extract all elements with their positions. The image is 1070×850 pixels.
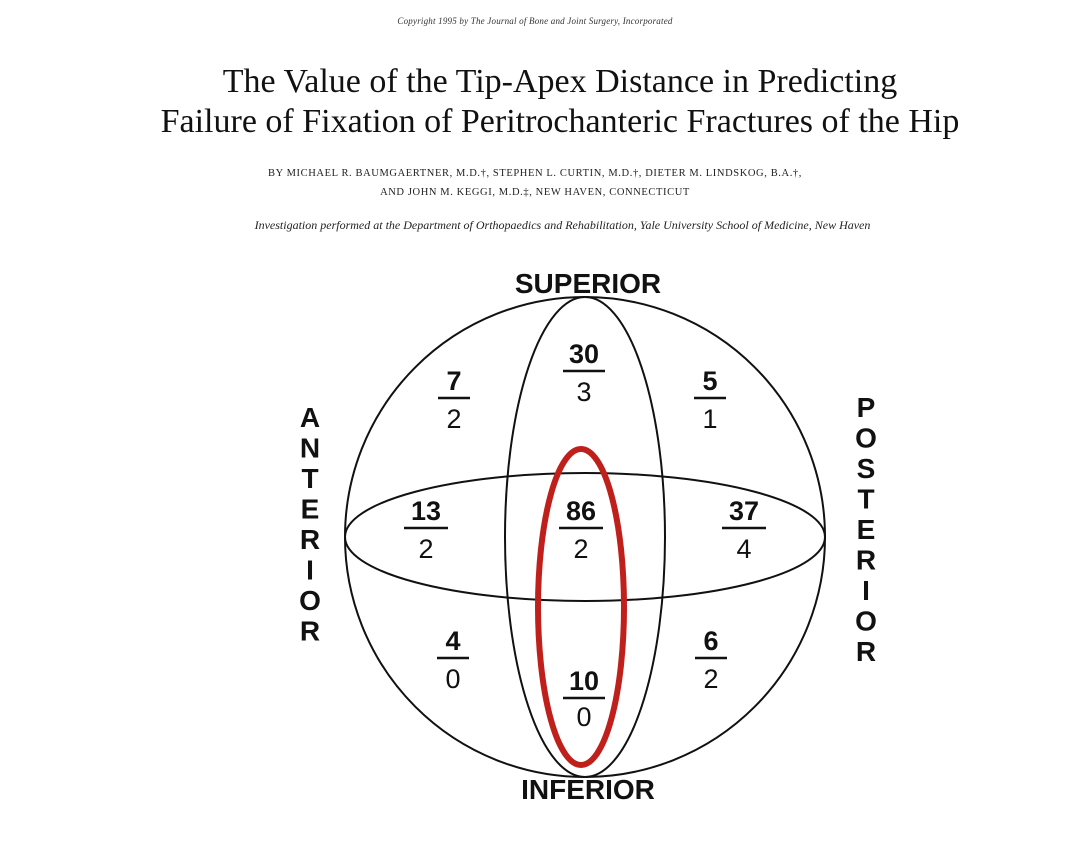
svg-text:30: 30	[569, 339, 599, 369]
posterior-letter: I	[862, 575, 870, 606]
label-inferior: INFERIOR	[521, 774, 655, 805]
posterior-letter: R	[856, 545, 876, 576]
label-posterior: POSTERIOR	[855, 392, 877, 667]
svg-text:2: 2	[703, 664, 718, 694]
svg-text:2: 2	[418, 534, 433, 564]
label-superior: SUPERIOR	[515, 268, 661, 299]
title-line-2: Failure of Fixation of Peritrochanteric …	[160, 103, 960, 140]
investigation-note: Investigation performed at the Departmen…	[254, 218, 871, 232]
zone-center: 86 2	[559, 496, 603, 564]
copyright-line: Copyright 1995 by The Journal of Bone an…	[397, 16, 673, 26]
svg-text:4: 4	[736, 534, 751, 564]
anterior-letter: R	[300, 616, 320, 647]
svg-text:6: 6	[703, 626, 718, 656]
title-line-1: The Value of the Tip-Apex Distance in Pr…	[222, 63, 898, 100]
svg-text:37: 37	[729, 496, 759, 526]
anterior-letter: N	[300, 433, 320, 464]
svg-text:3: 3	[576, 377, 591, 407]
svg-text:2: 2	[573, 534, 588, 564]
authors-line-1: BY MICHAEL R. BAUMGAERTNER, M.D.†, STEPH…	[267, 168, 803, 179]
svg-text:0: 0	[445, 664, 460, 694]
posterior-letter: R	[856, 636, 876, 667]
zone-middle-posterior: 37 4	[722, 496, 766, 564]
posterior-letter: P	[857, 392, 876, 423]
svg-text:7: 7	[446, 366, 461, 396]
anterior-letter: T	[301, 463, 318, 494]
svg-text:0: 0	[576, 702, 591, 732]
svg-text:10: 10	[569, 666, 599, 696]
posterior-letter: O	[855, 606, 877, 637]
posterior-letter: O	[855, 423, 877, 454]
zone-middle-anterior: 13 2	[404, 496, 448, 564]
anterior-letter: I	[306, 555, 314, 586]
svg-text:86: 86	[566, 496, 596, 526]
zone-superior-posterior: 5 1	[694, 366, 726, 434]
authors-line-2: AND JOHN M. KEGGI, M.D.‡, NEW HAVEN, CON…	[380, 187, 690, 198]
zone-inferior-anterior: 4 0	[437, 626, 469, 694]
anterior-letter: E	[301, 494, 320, 525]
svg-text:2: 2	[446, 404, 461, 434]
paper-title: The Value of the Tip-Apex Distance in Pr…	[0, 62, 1070, 142]
svg-text:5: 5	[702, 366, 717, 396]
zone-superior-center: 30 3	[563, 339, 605, 407]
zone-superior-anterior: 7 2	[438, 366, 470, 434]
posterior-letter: S	[857, 453, 876, 484]
author-list: BY MICHAEL R. BAUMGAERTNER, M.D.†, STEPH…	[0, 164, 1070, 202]
label-anterior: ANTERIOR	[299, 402, 321, 647]
posterior-letter: E	[857, 514, 876, 545]
posterior-letter: T	[857, 484, 874, 515]
zone-inferior-posterior: 6 2	[695, 626, 727, 694]
svg-text:1: 1	[702, 404, 717, 434]
anterior-letter: A	[300, 402, 320, 433]
svg-text:4: 4	[445, 626, 460, 656]
svg-text:13: 13	[411, 496, 441, 526]
anterior-letter: O	[299, 585, 321, 616]
anterior-letter: R	[300, 524, 320, 555]
zone-inferior-center: 10 0	[563, 666, 605, 732]
femoral-head-zone-diagram: SUPERIOR INFERIOR ANTERIOR POSTERIOR 7 2…	[299, 268, 877, 805]
